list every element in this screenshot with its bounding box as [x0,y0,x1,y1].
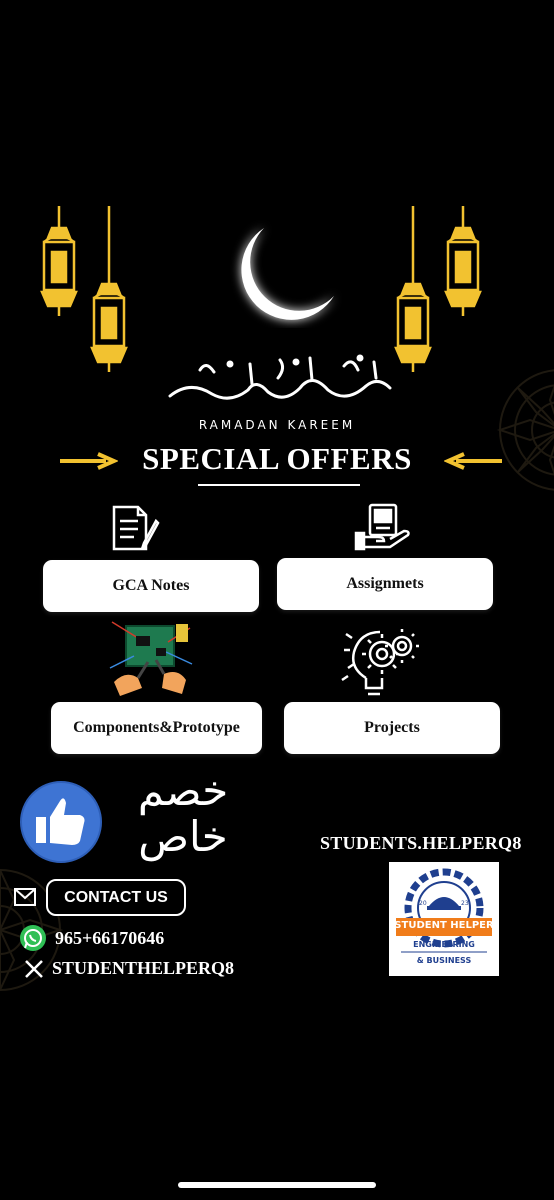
lightbulb-gear-icon [341,629,419,696]
brand-handle: STUDENTS.HELPERQ8 [320,833,522,853]
thumbs-up-icon [20,781,102,863]
ramadan-kareem-calligraphy [168,354,392,400]
offer-card-assignments[interactable]: Assignmets [277,558,493,610]
lantern-icon [444,206,482,316]
student-helper-logo: STUDENT HELPER 20 23 ENGINEERING & BUSIN… [389,862,499,976]
crescent-moon-icon [241,228,334,320]
title-underline [198,484,360,486]
offer-label: GCA Notes [112,577,190,594]
x-logo-icon [25,959,43,978]
ramadan-kareem-subtitle: RAMADAN KAREEM [198,418,356,432]
offer-card-gca-notes[interactable]: GCA Notes [43,560,259,612]
logo-line-business: & BUSINESS [416,956,472,965]
logo-year-left: 20 [419,900,427,907]
contact-us-label: CONTACT US [64,888,168,906]
offer-card-projects[interactable]: Projects [284,702,500,754]
logo-title: STUDENT HELPER [394,920,494,931]
special-discount-text: خصم خاص [137,766,229,861]
phone-number: 965+66170646 [55,927,165,948]
contact-us-button[interactable]: CONTACT US [46,879,186,916]
whatsapp-icon [20,925,46,951]
circuit-board-icon [109,621,193,696]
offer-card-components-prototype[interactable]: Components&Prototype [51,702,262,754]
hand-laptop-icon [354,503,410,551]
arrow-left-icon [444,452,502,470]
lantern-icon [90,206,128,372]
offer-label: Projects [364,719,420,736]
phone-row[interactable]: 965+66170646 [19,924,164,952]
logo-line-engineering: ENGINEERING [413,940,475,949]
x-handle: STUDENTHELPERQ8 [52,958,235,978]
x-handle-row[interactable]: STUDENTHELPERQ8 [24,958,234,979]
envelope-icon [14,888,36,906]
offer-label: Components&Prototype [73,719,240,736]
document-pen-icon [112,505,160,551]
offer-label: Assignmets [346,575,424,592]
logo-year-right: 23 [461,900,469,907]
home-indicator[interactable] [178,1182,376,1188]
lantern-icon [40,206,78,316]
